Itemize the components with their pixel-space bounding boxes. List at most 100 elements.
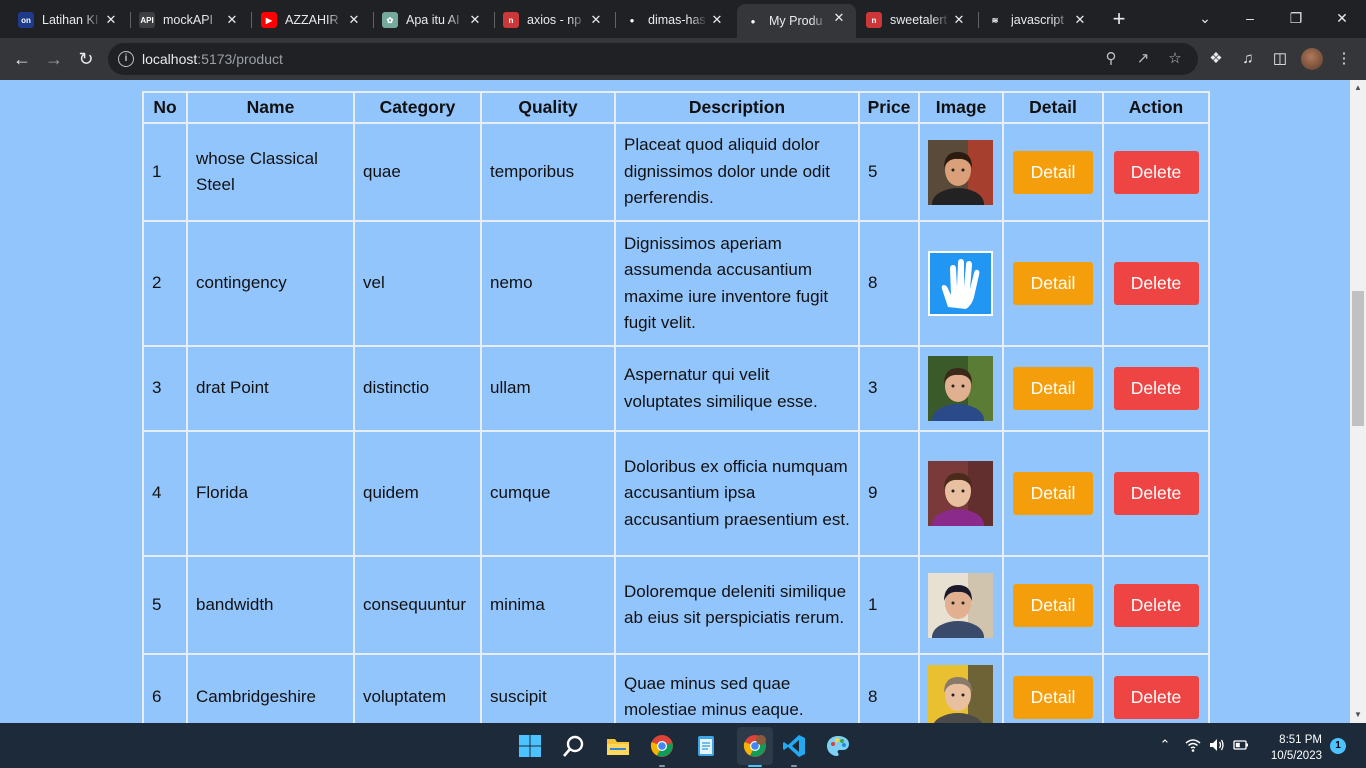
back-icon[interactable]: ←	[9, 46, 35, 72]
avatar[interactable]	[1301, 48, 1323, 70]
cell-quality: temporibus	[480, 122, 616, 222]
scrollbar[interactable]: ▲ ▼	[1350, 80, 1366, 723]
media-icon[interactable]: ♫	[1239, 50, 1257, 68]
forward-icon[interactable]: →	[41, 46, 67, 72]
volume-icon[interactable]	[1209, 737, 1225, 753]
notification-badge[interactable]: 1	[1330, 738, 1346, 754]
delete-button[interactable]: Delete	[1113, 262, 1199, 305]
cell-action: Delete	[1102, 220, 1210, 347]
close-tab-icon[interactable]: ✕	[223, 11, 241, 29]
avatar-photo-2	[928, 356, 994, 421]
close-tab-icon[interactable]: ✕	[830, 9, 848, 27]
delete-button[interactable]: Delete	[1113, 150, 1199, 194]
column-header: No	[142, 91, 188, 124]
tab-title: Apa itu AI	[406, 13, 460, 27]
restore-icon[interactable]: ❐	[1276, 6, 1316, 30]
table-row: 6 Cambridgeshire voluptatem suscipit Quae mi…	[142, 653, 1210, 723]
start-icon[interactable]	[518, 734, 542, 758]
close-tab-icon[interactable]: ✕	[950, 11, 968, 29]
delete-button[interactable]: Delete	[1113, 367, 1199, 410]
chrome-profile-icon[interactable]	[743, 734, 767, 758]
cell-name: bandwidth	[186, 555, 355, 655]
cell-quality: ullam	[480, 345, 616, 432]
paint-icon[interactable]	[826, 734, 850, 758]
address-bar[interactable]: i localhost:5173/product ⚲ ↗ ☆	[108, 43, 1198, 75]
tab-favicon-icon: ●	[624, 12, 640, 28]
notepad-icon[interactable]	[694, 734, 718, 758]
browser-tab[interactable]: API mockAPI ✕	[131, 6, 249, 34]
detail-button[interactable]: Detail	[1013, 150, 1093, 194]
browser-tab[interactable]: ▶ AZZAHIR ✕	[253, 6, 371, 34]
tab-strip: on Latihan KI ✕ API mockAPI ✕ ▶ AZZAHIR ✕ ✿ Apa it…	[0, 0, 1366, 38]
detail-button[interactable]: Detail	[1013, 675, 1093, 719]
close-tab-icon[interactable]: ✕	[102, 11, 120, 29]
table-row: 5 bandwidth consequuntur minima Doloremque d…	[142, 555, 1210, 655]
cell-category: vel	[353, 220, 482, 347]
table-body: 1 whose Classical Steel quae temporibus Plac…	[142, 122, 1210, 723]
detail-button[interactable]: Detail	[1013, 262, 1093, 305]
reload-icon[interactable]: ↻	[73, 46, 99, 72]
cell-no: 2	[142, 220, 188, 347]
scrollbar-thumb[interactable]	[1352, 291, 1364, 426]
site-info-icon[interactable]: i	[118, 51, 134, 67]
share-icon[interactable]: ↗	[1134, 50, 1152, 68]
vscode-icon[interactable]	[782, 734, 806, 758]
menu-icon[interactable]: ⋮	[1335, 50, 1353, 68]
cell-image	[918, 345, 1004, 432]
tab-favicon-icon: ▶	[261, 12, 277, 28]
browser-tab[interactable]: ≋ javascript ✕	[979, 6, 1097, 34]
cell-category: distinctio	[353, 345, 482, 432]
detail-button[interactable]: Detail	[1013, 583, 1093, 627]
scroll-up-icon[interactable]: ▲	[1350, 80, 1366, 96]
chrome-icon[interactable]	[650, 734, 674, 758]
browser-tab[interactable]: n axios - np ✕	[495, 6, 613, 34]
zoom-icon[interactable]: ⚲	[1102, 50, 1120, 68]
side-panel-icon[interactable]: ◫	[1271, 50, 1289, 68]
chevron-up-icon[interactable]: ⌃	[1157, 737, 1173, 753]
minimize-icon[interactable]: –	[1230, 6, 1270, 30]
page-viewport: No Name Category Quality Description Price Ima…	[0, 80, 1350, 723]
new-tab-icon[interactable]: +	[1108, 8, 1130, 30]
star-icon[interactable]: ☆	[1166, 50, 1184, 68]
browser-tab[interactable]: ● My Produ ✕	[737, 4, 856, 38]
detail-button[interactable]: Detail	[1013, 472, 1093, 515]
tab-search-icon[interactable]: ⌄	[1185, 6, 1225, 30]
scroll-down-icon[interactable]: ▼	[1350, 707, 1366, 723]
battery-icon[interactable]	[1233, 737, 1249, 753]
cell-no: 4	[142, 430, 188, 557]
tab-title: javascript	[1011, 13, 1064, 27]
cell-description: Placeat quod aliquid dolor dignissimos d…	[614, 122, 860, 222]
close-tab-icon[interactable]: ✕	[345, 11, 363, 29]
wifi-icon[interactable]	[1185, 737, 1201, 753]
column-header: Name	[186, 91, 355, 124]
close-tab-icon[interactable]: ✕	[587, 11, 605, 29]
close-tab-icon[interactable]: ✕	[708, 11, 726, 29]
delete-button[interactable]: Delete	[1113, 472, 1199, 515]
browser-tab[interactable]: n sweetalert ✕	[858, 6, 976, 34]
cell-description: Dignissimos aperiam assumenda accusantiu…	[614, 220, 860, 347]
browser-tab[interactable]: ● dimas-has ✕	[616, 6, 734, 34]
close-tab-icon[interactable]: ✕	[1071, 11, 1089, 29]
tab-favicon-icon: n	[503, 12, 519, 28]
cell-price: 1	[858, 555, 920, 655]
delete-button[interactable]: Delete	[1113, 675, 1199, 719]
url-host: localhost	[142, 51, 198, 67]
cell-no: 6	[142, 653, 188, 723]
file-explorer-icon[interactable]	[606, 734, 630, 758]
table-row: 4 Florida quidem cumque Doloribus ex officia…	[142, 430, 1210, 557]
tab-favicon-icon: ✿	[382, 12, 398, 28]
close-window-icon[interactable]: ✕	[1322, 6, 1362, 30]
search-icon[interactable]	[562, 734, 586, 758]
browser-tab[interactable]: ✿ Apa itu AI ✕	[374, 6, 492, 34]
cell-name: whose Classical Steel	[186, 122, 355, 222]
url-text[interactable]: localhost:5173/product	[142, 51, 283, 67]
delete-button[interactable]: Delete	[1113, 583, 1199, 627]
cell-price: 3	[858, 345, 920, 432]
column-header: Action	[1102, 91, 1210, 124]
close-tab-icon[interactable]: ✕	[466, 11, 484, 29]
browser-tab[interactable]: on Latihan KI ✕	[10, 6, 128, 34]
detail-button[interactable]: Detail	[1013, 367, 1093, 410]
clock[interactable]: 8:51 PM 10/5/2023	[1258, 732, 1322, 764]
column-header: Category	[353, 91, 482, 124]
puzzle-icon[interactable]: ❖	[1207, 50, 1225, 68]
